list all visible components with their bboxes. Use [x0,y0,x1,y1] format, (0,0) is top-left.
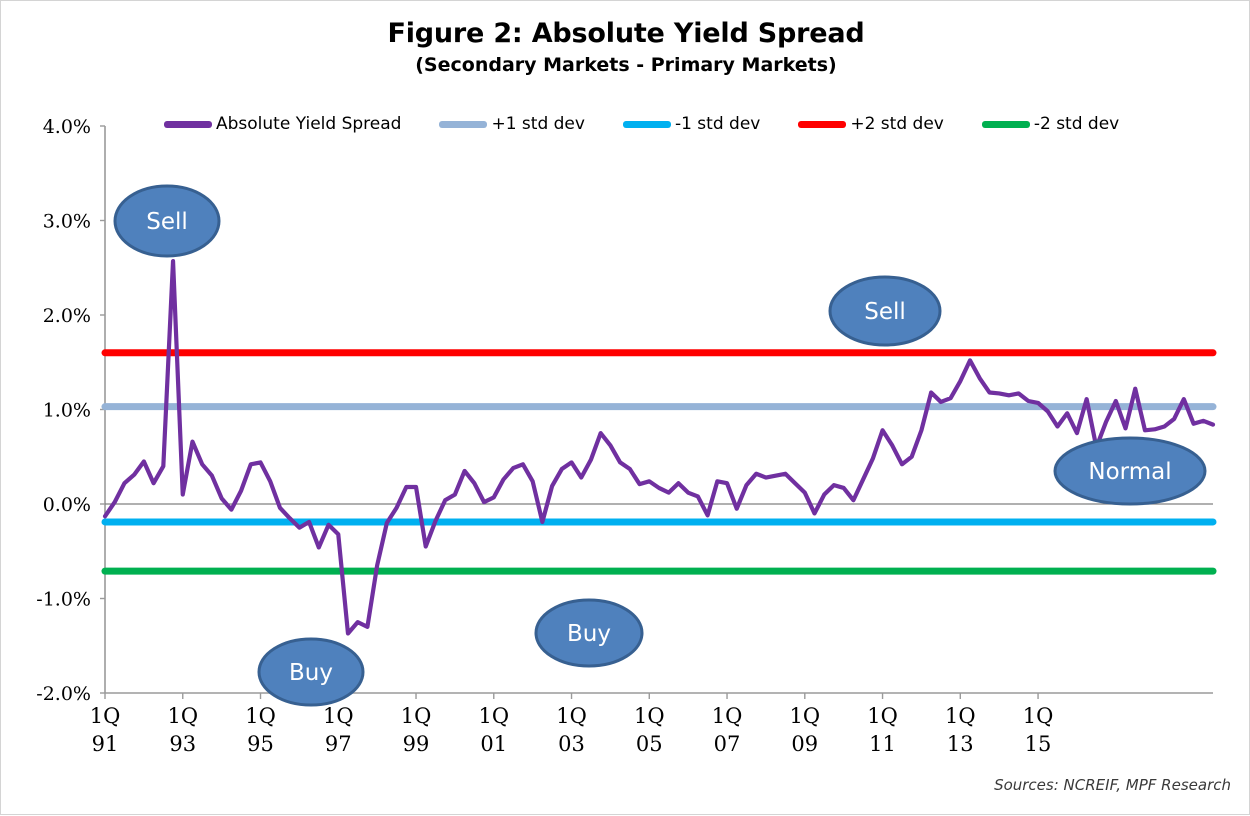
callout-label: Buy [289,660,333,686]
callout-label: Normal [1088,459,1171,485]
x-axis-tick-label-year: 93 [169,732,196,756]
callout-sell[interactable]: Sell [828,275,942,347]
x-axis-tick-label-year: 05 [636,732,663,756]
x-axis-tick-label-quarter: 1Q [245,704,276,728]
source-note: Sources: NCREIF, MPF Research [994,776,1231,794]
y-axis-tick-label: -2.0% [36,683,91,705]
x-axis-tick-label-year: 15 [1025,732,1052,756]
chart-container: Figure 2: Absolute Yield Spread (Seconda… [0,0,1250,815]
x-axis-tick-label-quarter: 1Q [790,704,821,728]
x-axis-tick-label-quarter: 1Q [556,704,587,728]
x-axis-tick-label-year: 01 [480,732,507,756]
y-axis-tick-label: -1.0% [36,589,91,611]
x-axis-tick-label-year: 13 [947,732,974,756]
x-axis-tick-label-year: 95 [247,732,274,756]
x-axis-tick-label-quarter: 1Q [167,704,198,728]
y-axis-tick-label: 2.0% [43,305,91,327]
data-series-absolute-yield-spread [102,259,1216,636]
callout-label: Sell [146,209,188,235]
callout-sell[interactable]: Sell [113,184,221,258]
callout-label: Sell [864,299,906,325]
y-axis-tick-label: 3.0% [43,211,91,233]
x-axis-tick-label-year: 97 [325,732,352,756]
x-axis-tick-label-quarter: 1Q [401,704,432,728]
y-axis-tick-label: 0.0% [43,494,91,516]
x-axis-tick-label-quarter: 1Q [323,704,354,728]
x-axis-tick-label-year: 03 [558,732,585,756]
x-axis-tick-label-quarter: 1Q [945,704,976,728]
x-axis-tick-label-quarter: 1Q [867,704,898,728]
callout-buy[interactable]: Buy [257,637,365,707]
x-axis-tick-label-quarter: 1Q [1023,704,1054,728]
chart-plot-area: 4.0%3.0%2.0%1.0%0.0%-1.0%-2.0%1Q911Q931Q… [36,116,1217,756]
x-axis-tick-label-year: 91 [92,732,119,756]
callout-label: Buy [567,621,611,647]
x-axis-tick-label-year: 07 [714,732,741,756]
x-axis-tick-label-quarter: 1Q [90,704,121,728]
callout-buy[interactable]: Buy [534,598,644,668]
x-axis-tick-label-year: 09 [791,732,818,756]
x-axis-tick-label-quarter: 1Q [634,704,665,728]
x-axis-tick-label-year: 11 [869,732,896,756]
y-axis-tick-label: 4.0% [43,116,91,138]
callout-normal[interactable]: Normal [1053,436,1207,506]
y-axis-tick-label: 1.0% [43,400,91,422]
x-axis-tick-label-quarter: 1Q [478,704,509,728]
x-axis-tick-label-year: 99 [403,732,430,756]
x-axis-tick-label-quarter: 1Q [712,704,743,728]
